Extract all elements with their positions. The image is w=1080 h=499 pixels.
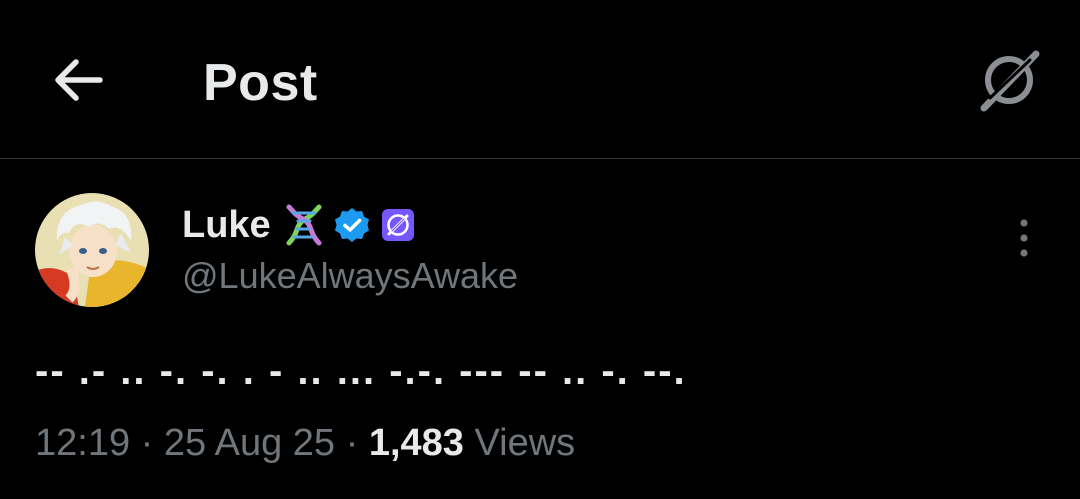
dna-icon [286,204,322,246]
post-time[interactable]: 12:19 [35,422,130,464]
author-name-row: Luke [182,200,415,250]
views-count: 1,483 [368,422,464,464]
arrow-left-icon [55,59,103,101]
avatar-image [35,193,149,307]
views-link[interactable]: 1,483 Views [369,422,575,464]
meta-separator: · [345,422,369,464]
grok-icon [980,50,1040,112]
verified-badge-icon[interactable] [333,206,371,244]
page-title: Post [203,54,318,112]
avatar[interactable] [35,193,149,307]
author-display-name[interactable]: Luke [182,200,271,250]
back-button[interactable] [52,56,108,104]
meta-separator: · [140,422,164,464]
post-meta: 12:19 · 25 Aug 25 · 1,483 Views [35,418,575,468]
post-date[interactable]: 25 Aug 25 [164,422,335,464]
affiliate-badge-icon[interactable] [381,208,415,242]
grok-button[interactable] [976,48,1042,112]
more-vertical-icon [1020,219,1028,257]
views-label: Views [474,422,576,464]
top-app-bar: Post [0,0,1080,159]
author-handle[interactable]: @LukeAlwaysAwake [182,252,518,300]
more-options-button[interactable] [1006,216,1042,260]
post-text: -- .- .. -. -. . - .. ... -.-. --- -- ..… [35,349,687,393]
